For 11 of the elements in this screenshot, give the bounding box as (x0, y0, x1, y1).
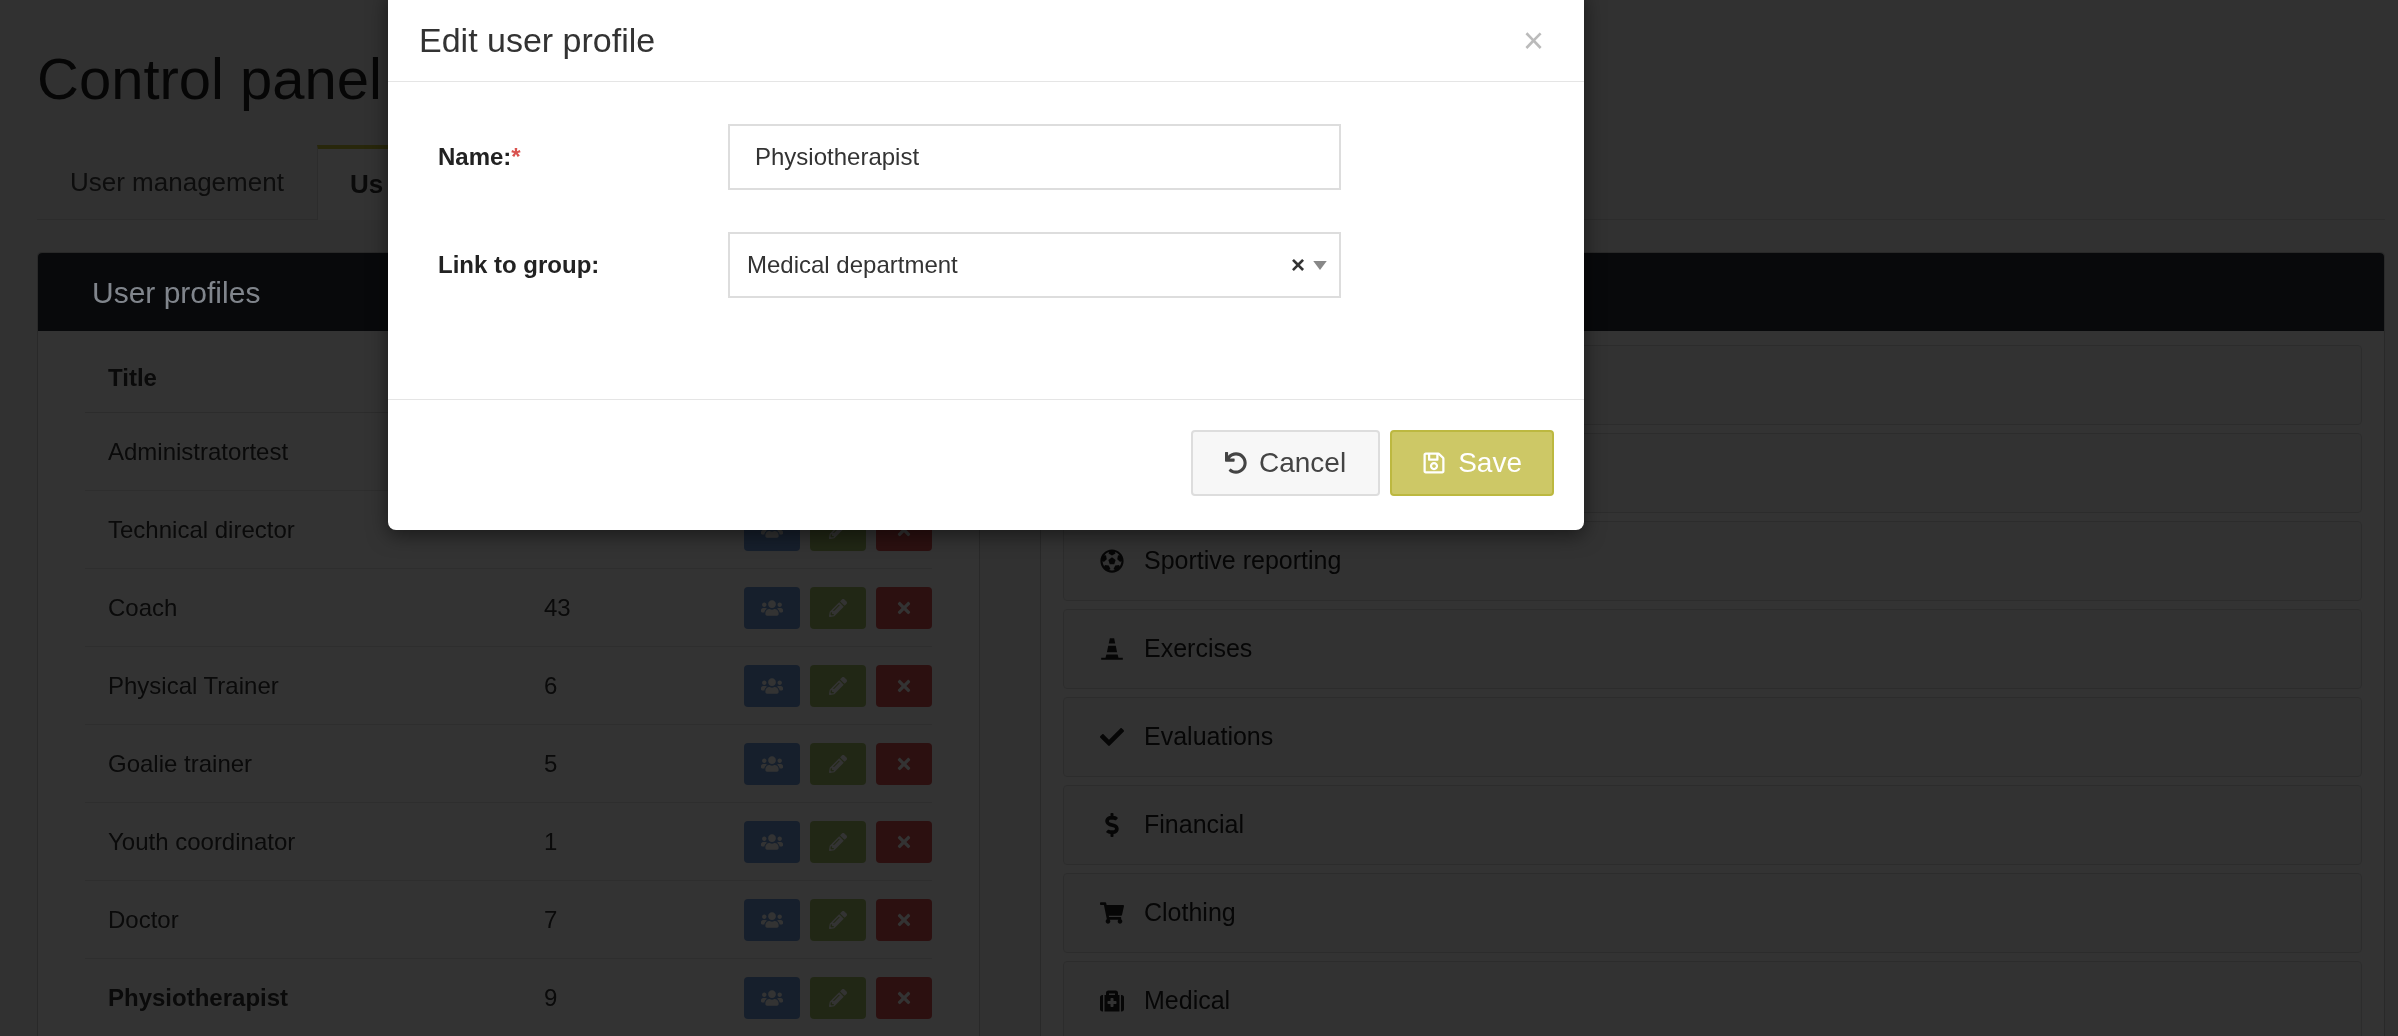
cancel-button[interactable]: Cancel (1191, 430, 1381, 496)
group-select[interactable]: Medical department × (728, 232, 1341, 298)
dialog-title: Edit user profile (419, 20, 656, 61)
save-icon (1422, 451, 1447, 475)
field-label: Link to group: (437, 250, 601, 280)
panel-title: User profiles (92, 274, 261, 311)
field-label: Name:* (437, 142, 522, 172)
name-field[interactable]: Physiotherapist (728, 124, 1341, 190)
clear-button[interactable]: × (1291, 247, 1305, 283)
undo-icon (1225, 452, 1247, 474)
caret-icon (1313, 260, 1327, 270)
